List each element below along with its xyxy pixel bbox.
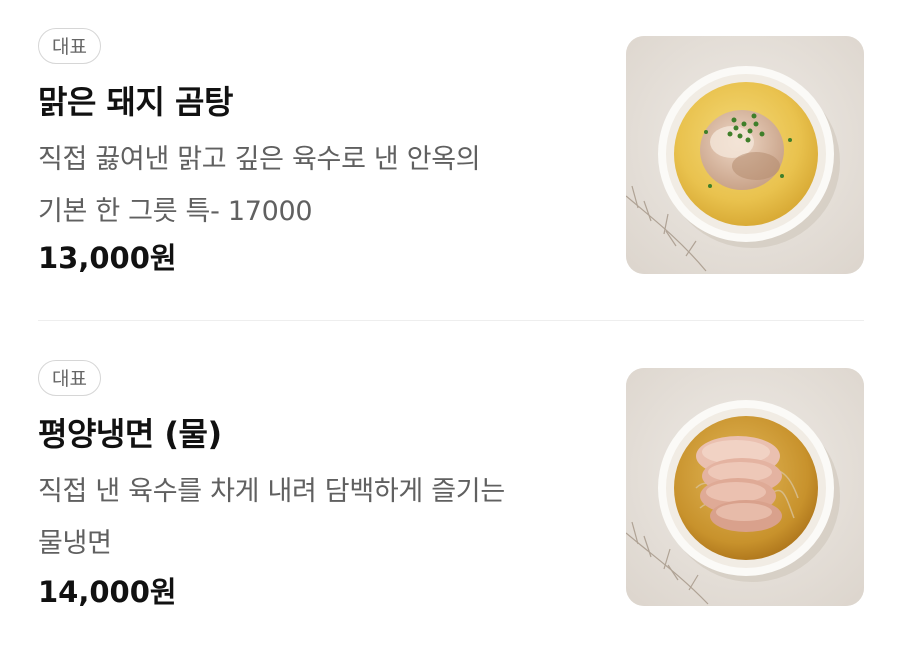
pyongyang-naengmyeon-bowl-image xyxy=(626,368,864,606)
menu-divider xyxy=(38,320,864,321)
menu-item-description: 직접 낸 육수를 차게 내려 담백하게 즐기는 물냉면 xyxy=(38,466,598,570)
description-line: 직접 끓여낸 맑고 깊은 육수로 낸 안옥의 xyxy=(38,144,481,175)
pork-gomtang-bowl-image xyxy=(626,36,864,274)
naengmyeon-photo[interactable] xyxy=(626,368,864,606)
menu-item-pork-gomtang[interactable]: 대표 맑은 돼지 곰탕 직접 끓여낸 맑고 깊은 육수로 낸 안옥의 기본 한 … xyxy=(38,28,864,275)
menu-item-name: 맑은 돼지 곰탕 xyxy=(38,83,233,121)
menu-item-pyongyang-naengmyeon[interactable]: 대표 평양냉면 (물) 직접 낸 육수를 차게 내려 담백하게 즐기는 물냉면 … xyxy=(38,360,864,609)
signature-badge: 대표 xyxy=(38,360,101,396)
menu-item-name: 평양냉면 (물) xyxy=(38,415,222,453)
description-line: 물냉면 xyxy=(38,528,112,559)
signature-badge: 대표 xyxy=(38,28,101,64)
pork-gomtang-photo[interactable] xyxy=(626,36,864,274)
description-line: 직접 낸 육수를 차게 내려 담백하게 즐기는 xyxy=(38,476,505,507)
menu-item-price: 14,000원 xyxy=(38,575,177,609)
menu-item-price: 13,000원 xyxy=(38,241,177,275)
menu-item-description: 직접 끓여낸 맑고 깊은 육수로 낸 안옥의 기본 한 그릇 특- 17000 xyxy=(38,134,598,238)
description-line: 기본 한 그릇 특- 17000 xyxy=(38,196,313,227)
